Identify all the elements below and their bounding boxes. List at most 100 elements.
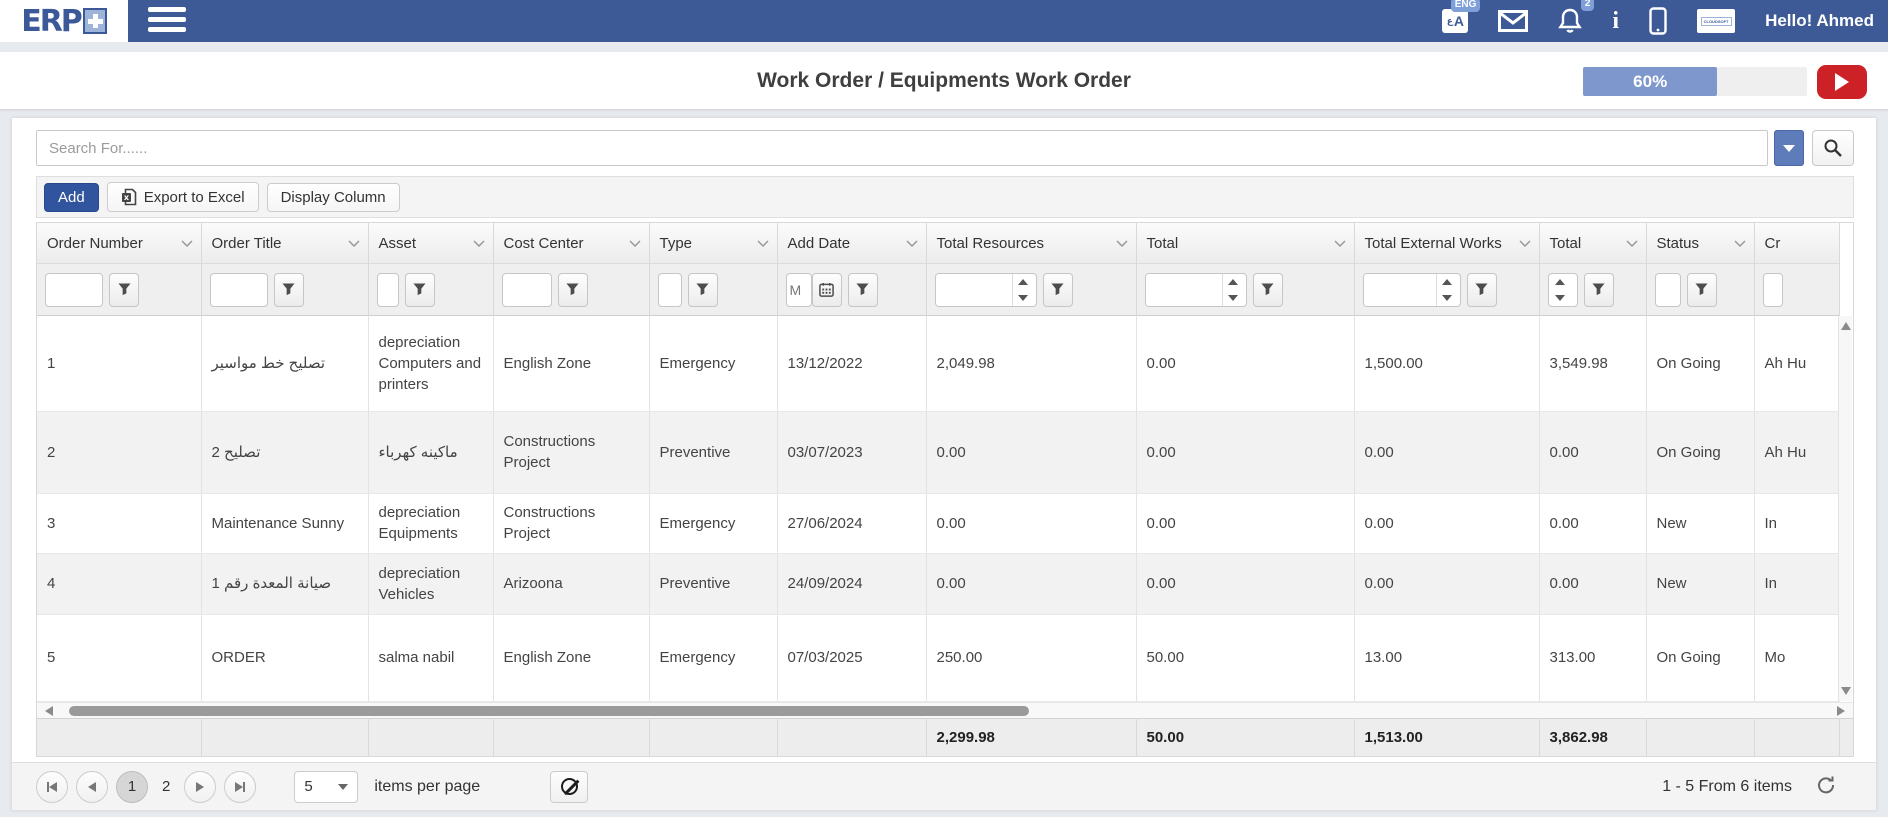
cell: 13/12/2022 xyxy=(777,316,926,411)
column-header-add-date[interactable]: Add Date xyxy=(777,223,926,263)
chevron-down-icon[interactable] xyxy=(757,240,769,247)
vertical-scrollbar[interactable] xyxy=(1838,316,1852,701)
chevron-down-icon[interactable] xyxy=(906,240,918,247)
filter-input-cost-center[interactable] xyxy=(502,273,552,307)
spinner-down-icon[interactable] xyxy=(1549,290,1571,306)
previous-page-button[interactable] xyxy=(76,771,108,803)
search-options-dropdown[interactable] xyxy=(1774,130,1804,166)
column-header-order-number[interactable]: Order Number xyxy=(37,223,201,263)
cell: 3,549.98 xyxy=(1539,316,1646,411)
filter-button[interactable] xyxy=(274,273,304,307)
first-page-button[interactable] xyxy=(36,771,68,803)
scroll-down-icon[interactable] xyxy=(1841,687,1851,697)
column-header-status[interactable]: Status xyxy=(1646,223,1754,263)
scroll-up-icon[interactable] xyxy=(1841,320,1851,330)
column-header-total-resources[interactable]: Total Resources xyxy=(926,223,1136,263)
filter-button[interactable] xyxy=(1253,273,1283,307)
filter-button[interactable] xyxy=(688,273,718,307)
add-button[interactable]: Add xyxy=(44,183,99,212)
filter-input-add-date[interactable] xyxy=(786,273,812,307)
column-header-total-2[interactable]: Total xyxy=(1539,223,1646,263)
app-logo[interactable]: ERP xyxy=(0,0,128,42)
scroll-left-icon[interactable] xyxy=(45,706,53,716)
column-header-asset[interactable]: Asset xyxy=(368,223,493,263)
column-header-total-external-works[interactable]: Total External Works xyxy=(1354,223,1539,263)
refresh-button[interactable] xyxy=(1816,775,1836,800)
filter-input-total[interactable] xyxy=(1146,274,1222,306)
table-row[interactable]: 5ORDERsalma nabilEnglish ZoneEmergency07… xyxy=(37,614,1839,701)
filter-button[interactable] xyxy=(848,273,878,307)
spinner-down-icon[interactable] xyxy=(1013,290,1034,306)
filter-button[interactable] xyxy=(405,273,435,307)
funnel-icon xyxy=(118,283,131,296)
mail-icon xyxy=(1498,10,1528,32)
search-button[interactable] xyxy=(1812,130,1854,166)
column-header-order-title[interactable]: Order Title xyxy=(201,223,368,263)
filter-input-type[interactable] xyxy=(658,273,682,307)
display-column-button[interactable]: Display Column xyxy=(267,183,400,212)
filter-input-total-resources[interactable] xyxy=(936,274,1012,306)
spinner-up-icon[interactable] xyxy=(1223,274,1244,290)
filter-button[interactable] xyxy=(1043,273,1073,307)
column-header-type[interactable]: Type xyxy=(649,223,777,263)
search-input[interactable] xyxy=(36,130,1768,166)
cell: On Going xyxy=(1646,316,1754,411)
menu-hamburger-icon[interactable] xyxy=(148,7,186,35)
filter-input-order-title[interactable] xyxy=(210,273,268,307)
chevron-down-icon[interactable] xyxy=(181,240,193,247)
scroll-right-icon[interactable] xyxy=(1837,706,1845,716)
table-row[interactable]: 4صيانة المعدة رقم 1depreciation Vehicles… xyxy=(37,553,1839,614)
filter-input-asset[interactable] xyxy=(377,273,399,307)
chevron-down-icon[interactable] xyxy=(1334,240,1346,247)
chevron-down-icon[interactable] xyxy=(1734,240,1746,247)
calendar-button[interactable] xyxy=(812,273,842,307)
table-row[interactable]: 3Maintenance Sunnydepreciation Equipment… xyxy=(37,493,1839,553)
chevron-down-icon[interactable] xyxy=(348,240,360,247)
filter-input-created-by[interactable] xyxy=(1763,273,1783,307)
table-row[interactable]: 2تصليح 2ماكينه كهرباءConstructions Proje… xyxy=(37,411,1839,493)
filter-button[interactable] xyxy=(1467,273,1497,307)
info-button[interactable]: i xyxy=(1612,8,1619,35)
spinner-up-icon[interactable] xyxy=(1437,274,1458,290)
chevron-down-icon[interactable] xyxy=(629,240,641,247)
last-page-button[interactable] xyxy=(224,771,256,803)
filter-button[interactable] xyxy=(109,273,139,307)
chevron-down-icon[interactable] xyxy=(1116,240,1128,247)
chevron-down-icon[interactable] xyxy=(1519,240,1531,247)
spinner-down-icon[interactable] xyxy=(1223,290,1244,306)
table-row[interactable]: 1تصليح خط مواسيرdepreciation Computers a… xyxy=(37,316,1839,411)
column-header-cost-center[interactable]: Cost Center xyxy=(493,223,649,263)
filter-button[interactable] xyxy=(1584,273,1614,307)
page-button-1[interactable]: 1 xyxy=(116,771,148,803)
spinner-down-icon[interactable] xyxy=(1437,290,1458,306)
page-button-2[interactable]: 2 xyxy=(156,778,176,795)
company-logo-badge[interactable]: CLOUDSOFT xyxy=(1697,9,1735,33)
spinner-up-icon[interactable] xyxy=(1549,274,1571,290)
page-size-select[interactable]: 5 xyxy=(294,771,358,803)
filter-input-order-number[interactable] xyxy=(45,273,103,307)
spinner-up-icon[interactable] xyxy=(1013,274,1034,290)
cell: 1,500.00 xyxy=(1354,316,1539,411)
chevron-down-icon[interactable] xyxy=(1626,240,1638,247)
filter-button[interactable] xyxy=(1687,273,1717,307)
mail-button[interactable] xyxy=(1498,10,1528,32)
column-header-created-by[interactable]: Cr xyxy=(1754,223,1839,263)
mobile-app-button[interactable] xyxy=(1649,7,1667,35)
chevron-down-icon[interactable] xyxy=(473,240,485,247)
logo-building-icon xyxy=(83,8,107,34)
funnel-icon xyxy=(566,283,579,296)
horizontal-scrollbar[interactable] xyxy=(37,702,1853,718)
notifications-button[interactable]: 2 xyxy=(1558,8,1582,34)
grid-header: Order Number Order Title Asset Cost Cent… xyxy=(37,223,1840,263)
column-header-total[interactable]: Total xyxy=(1136,223,1354,263)
total-cell xyxy=(493,718,649,756)
next-page-button[interactable] xyxy=(184,771,216,803)
filter-input-total-external-works[interactable] xyxy=(1364,274,1436,306)
export-to-excel-button[interactable]: x Export to Excel xyxy=(107,182,259,212)
language-switcher[interactable]: عA ENG xyxy=(1442,9,1468,33)
horizontal-scrollbar-thumb[interactable] xyxy=(69,706,1029,716)
clear-filters-button[interactable] xyxy=(550,771,588,803)
filter-input-status[interactable] xyxy=(1655,273,1681,307)
video-play-button[interactable] xyxy=(1817,65,1867,99)
filter-button[interactable] xyxy=(558,273,588,307)
